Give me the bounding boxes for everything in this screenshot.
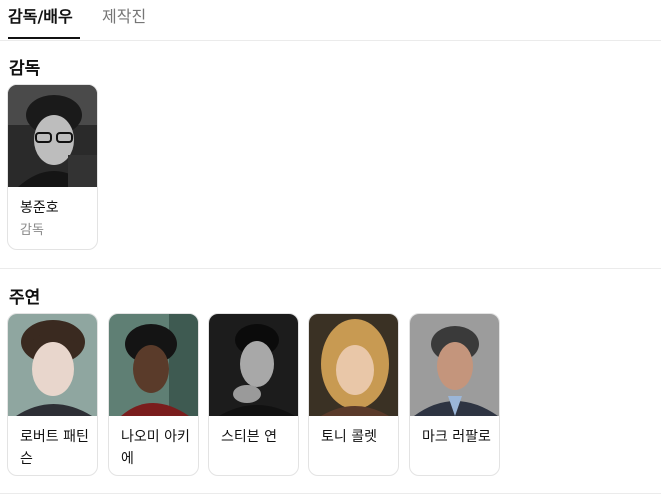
active-tab-indicator [8,37,80,39]
person-card[interactable]: 스티븐 연 [208,313,299,476]
section-title-director: 감독 [9,59,41,79]
person-name: 마크 러팔로 [422,429,491,445]
person-card[interactable]: 마크 러팔로 [409,313,500,476]
person-name: 나오미 아키에 [121,429,190,467]
section-divider [0,268,661,269]
tab-director-cast[interactable]: 감독/배우 [8,6,73,28]
section-divider [0,493,661,494]
section-title-leads: 주연 [9,288,41,308]
person-card[interactable]: 나오미 아키에 [108,313,199,476]
person-role: 감독 [20,223,44,238]
person-name: 봉준호 [20,200,59,216]
person-card[interactable]: 로버트 패틴슨 [7,313,98,476]
tab-bar: 감독/배우 제작진 [0,0,661,41]
person-photo [109,314,198,416]
person-name: 로버트 패틴슨 [20,429,89,467]
person-card-director[interactable]: 봉준호 감독 [7,84,98,250]
person-name: 토니 콜렛 [321,429,377,445]
person-photo [8,85,97,187]
person-name: 스티븐 연 [221,429,277,445]
person-photo [8,314,97,416]
person-card[interactable]: 토니 콜렛 [308,313,399,476]
person-photo [209,314,298,416]
tab-crew[interactable]: 제작진 [102,6,146,28]
person-photo [410,314,499,416]
person-photo [309,314,398,416]
